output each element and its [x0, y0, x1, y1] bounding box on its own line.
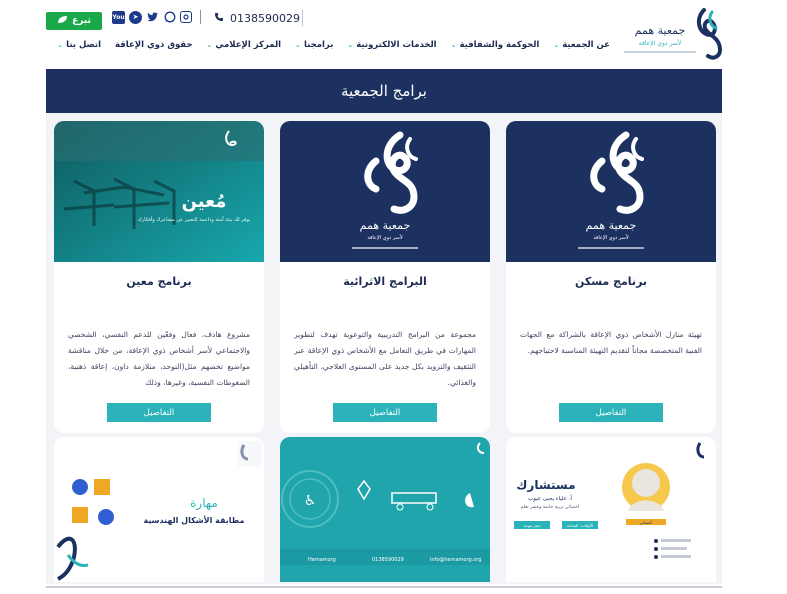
program-image-maskan: جمعية همم لأسر ذوي الإعاقة — [506, 121, 716, 262]
logo[interactable]: جمعية همم لأسر ذوي الإعاقة — [616, 4, 724, 60]
donate-button[interactable]: تبرع — [46, 12, 102, 30]
svg-text:الأوقات: المتاحة: الأوقات: المتاحة — [567, 523, 594, 528]
programs-section: مُعين نوفر لك بيئة آمنة وداعمة للتعبير ع… — [46, 113, 722, 584]
nav-item-4[interactable]: المركز الإعلامي ⌄ — [207, 40, 282, 50]
donate-label: تبرع — [72, 16, 91, 26]
program-description: تهيئة منازل الأشخاص ذوي الإعاقة بالشراكة… — [520, 330, 702, 355]
divider — [200, 10, 201, 24]
svg-text:أ. علياء يحيى عيوب: أ. علياء يحيى عيوب — [528, 494, 572, 502]
program-card-enrichment: جمعية همم لأسر ذوي الإعاقة البرامج الاثر… — [280, 121, 490, 433]
phone-icon — [214, 12, 224, 25]
nav-item-label: الحوكمة والشفافية — [459, 40, 540, 50]
header: تبرع You ➤ 0138590029 جمعية همم لأسر ذوي… — [0, 0, 787, 66]
twitter-icon[interactable] — [146, 11, 159, 24]
program-card-contact: ♿ Hemamorg 0138590029 info@hemamorg.org — [280, 437, 490, 582]
svg-text:♿: ♿ — [304, 493, 317, 509]
svg-text:مطابقة الأشكال الهندسية: مطابقة الأشكال الهندسية — [144, 515, 245, 525]
page-title-banner: برامج الجمعية — [46, 69, 722, 113]
program-title: برنامج معين — [126, 275, 192, 288]
social-links: You ➤ — [112, 10, 205, 24]
program-description: مجموعة من البرامج التدريبية والتوعوية ته… — [294, 330, 476, 387]
instagram-icon[interactable] — [180, 11, 192, 23]
divider — [302, 10, 303, 26]
nav-item-label: المركز الإعلامي — [215, 40, 282, 50]
nav-item-label: اتصل بنا — [66, 40, 102, 50]
svg-text:جمعية همم: جمعية همم — [635, 24, 686, 37]
details-button[interactable]: التفاصيل — [559, 403, 663, 422]
chevron-down-icon: ⌄ — [553, 41, 560, 49]
nav-item-3[interactable]: برامجنا ⌄ — [295, 40, 333, 50]
program-card-skill: مهارة مطابقة الأشكال الهندسية — [54, 437, 264, 582]
main-nav: عن الجمعية ⌄ الحوكمة والشفافية ⌄ الخدمات الا… — [57, 40, 610, 50]
program-card-consultant: مستشارك أ. علياء يحيى عيوب اخصائي تربية … — [506, 437, 716, 582]
nav-item-label: عن الجمعية — [562, 40, 610, 50]
whatsapp-icon[interactable] — [163, 11, 176, 24]
chevron-down-icon: ⌄ — [347, 41, 354, 49]
program-title: برنامج مسكن — [574, 275, 648, 288]
svg-text:نوفر لك بيئة آمنة وداعمة للتعب: نوفر لك بيئة آمنة وداعمة للتعبير عن مشاع… — [138, 216, 251, 223]
nav-item-2[interactable]: الخدمات الالكترونية ⌄ — [347, 40, 436, 50]
svg-text:جمعية همم: جمعية همم — [360, 219, 411, 232]
nav-item-1[interactable]: الحوكمة والشفافية ⌄ — [451, 40, 540, 50]
chevron-down-icon: ⌄ — [450, 41, 457, 49]
chevron-down-icon: ⌄ — [295, 41, 301, 49]
svg-text:مستشارك: مستشارك — [516, 478, 575, 492]
program-card-maskan: جمعية همم لأسر ذوي الإعاقة برنامج مسكن ت… — [506, 121, 716, 433]
svg-text:جمعية همم: جمعية همم — [586, 219, 637, 232]
nav-item-6[interactable]: اتصل بنا ⌄ — [57, 40, 101, 50]
nav-item-0[interactable]: عن الجمعية ⌄ — [553, 40, 610, 50]
program-card-moeen: مُعين نوفر لك بيئة آمنة وداعمة للتعبير ع… — [54, 121, 264, 433]
nav-item-label: الخدمات الالكترونية — [356, 40, 437, 50]
nav-item-label: برامجنا — [303, 40, 334, 50]
svg-text:حجز موعد: حجز موعد — [523, 523, 541, 528]
svg-text:مُعين: مُعين — [182, 191, 227, 212]
svg-text:info@hemamorg.org: info@hemamorg.org — [430, 557, 481, 563]
svg-text:لأسر ذوي الإعاقة: لأسر ذوي الإعاقة — [593, 234, 629, 241]
program-image-moeen: مُعين نوفر لك بيئة آمنة وداعمة للتعبير ع… — [54, 121, 264, 262]
page-title: برامج الجمعية — [340, 82, 427, 100]
leaf-icon — [57, 15, 68, 27]
youtube-icon[interactable]: You — [112, 10, 125, 24]
program-image-enrichment: جمعية همم لأسر ذوي الإعاقة — [280, 121, 490, 262]
svg-text:اخصائي تربية خاصة وعسر تعلم: اخصائي تربية خاصة وعسر تعلم — [521, 505, 579, 510]
program-description: مشروع هادف، فعال وفعّين للدعم النفسي، ال… — [68, 330, 250, 387]
phone-number: 0138590029 — [230, 12, 300, 25]
nav-item-5[interactable]: حقوق ذوي الإعاقة — [115, 40, 193, 50]
chevron-down-icon: ⌄ — [57, 41, 64, 49]
svg-text:Hemamorg: Hemamorg — [308, 557, 336, 563]
svg-text:أخصائي: أخصائي — [640, 520, 653, 525]
nav-item-label: حقوق ذوي الإعاقة — [115, 40, 193, 50]
details-button[interactable]: التفاصيل — [107, 403, 211, 422]
svg-text:لأسر ذوي الإعاقة: لأسر ذوي الإعاقة — [639, 39, 681, 47]
phone-contact[interactable]: 0138590029 — [214, 12, 300, 25]
program-title: البرامج الاثرائية — [343, 275, 427, 288]
svg-text:مهارة: مهارة — [190, 496, 218, 511]
telegram-icon[interactable]: ➤ — [129, 10, 142, 24]
svg-text:0138590029: 0138590029 — [372, 557, 404, 563]
chevron-down-icon: ⌄ — [206, 41, 213, 49]
details-button[interactable]: التفاصيل — [333, 403, 437, 422]
svg-text:لأسر ذوي الإعاقة: لأسر ذوي الإعاقة — [367, 234, 403, 241]
scroll-divider — [0, 584, 787, 594]
